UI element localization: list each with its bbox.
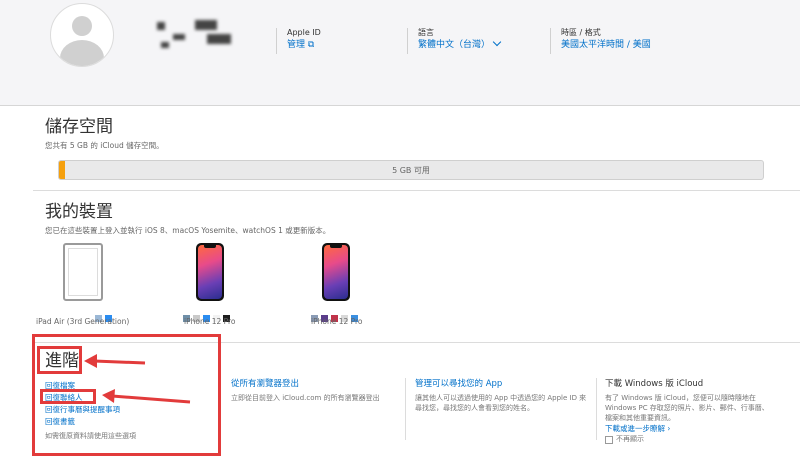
annotation-arrows xyxy=(84,354,191,404)
